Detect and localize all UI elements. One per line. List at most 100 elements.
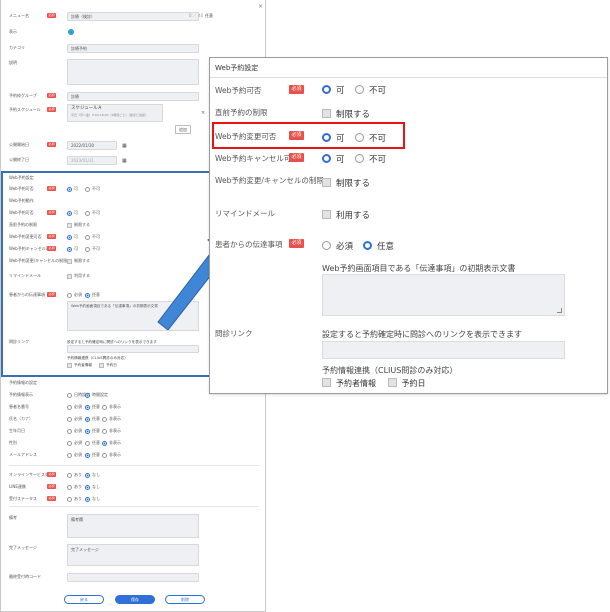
radio-icon — [67, 452, 72, 458]
display-toggle[interactable] — [68, 29, 74, 35]
menu-name-label: メニュー名 — [9, 13, 29, 18]
close-icon[interactable]: × — [258, 3, 263, 10]
checkbox-option[interactable]: 予約日 — [387, 378, 426, 388]
menu-name-input[interactable]: 診療（検診） — [67, 12, 199, 21]
radio-option[interactable]: 任意 — [85, 440, 100, 446]
web-reservation-row: Web予約可否 必須 可 不可 — [210, 84, 607, 98]
radio-icon — [85, 416, 90, 422]
setting-label: 生年月日 — [9, 428, 25, 433]
start-date-input[interactable]: 2022/01/30 — [67, 141, 117, 150]
radio-option[interactable]: 任意 — [85, 452, 100, 458]
field-setting-row: メールアドレス 必須 任意 非表示 — [1, 449, 265, 461]
radio-icon — [67, 484, 72, 490]
radio-icon — [85, 484, 90, 490]
radio-icon — [85, 428, 90, 434]
limit-label: 直前予約の制限 — [215, 108, 268, 117]
radio-option[interactable]: 必須 — [67, 440, 82, 446]
schedule-select[interactable]: スケジュールＡ 平日（月〜金）9:00-18:00（2時間ごと）（後ほど追加） — [67, 104, 163, 122]
remarks-textarea[interactable]: 備考欄 — [67, 514, 199, 538]
link-text: 設定すると予約確定時に問診へのリンクを表示できます — [322, 330, 522, 339]
link-input[interactable] — [322, 341, 565, 359]
radio-option[interactable]: あり — [67, 496, 82, 502]
radio-option[interactable]: なし — [85, 484, 100, 490]
radio-option[interactable]: 不可 — [355, 85, 386, 97]
radio-option[interactable]: 可 — [322, 154, 345, 166]
radio-icon — [102, 404, 107, 410]
radio-icon — [67, 404, 72, 410]
end-date-label: 公開終了日 — [9, 157, 29, 162]
remind-label: リマインドメール — [215, 209, 275, 218]
footer-buttons: 戻る 保存 削除 — [1, 595, 265, 605]
radio-option[interactable]: 非表示 — [102, 404, 121, 410]
radio-option[interactable]: 可 — [322, 85, 345, 97]
radio-option[interactable]: 不可 — [355, 154, 386, 166]
end-date-input[interactable]: 2023/01/31 — [67, 156, 117, 165]
description-textarea[interactable] — [67, 59, 199, 85]
radio-selected-icon — [322, 85, 331, 94]
radio-option[interactable]: 必須 — [67, 428, 82, 434]
radio-icon — [67, 416, 72, 422]
complete-textarea[interactable]: 完了メッセージ — [67, 544, 199, 566]
link-sub: 予約情報連携（CLIUS問診のみ対応） — [322, 366, 458, 375]
save-button[interactable]: 保存 — [115, 595, 155, 604]
radio-option[interactable]: 非表示 — [102, 440, 121, 446]
setting-label: 受付ステータス — [9, 496, 37, 501]
radio-icon — [102, 416, 107, 422]
radio-icon — [85, 440, 90, 446]
note-text: Web予約画面項目である「伝達事項」の初期表示文書 — [322, 264, 516, 273]
checkbox-option[interactable]: 利用する — [322, 210, 370, 222]
radio-option[interactable]: 任意 — [363, 241, 394, 253]
radio-icon — [67, 428, 72, 434]
calendar-icon[interactable]: ▦ — [122, 155, 127, 167]
remove-schedule-icon[interactable]: × — [201, 110, 205, 116]
yn-setting-row: オンラインサービス対応 必須 あり なし — [1, 469, 265, 481]
radio-icon — [102, 440, 107, 446]
field-setting-row: 生年月日 必須 任意 非表示 — [1, 425, 265, 437]
radio-icon — [322, 241, 331, 250]
calendar-icon[interactable]: ▦ — [122, 140, 127, 152]
radio-option[interactable]: あり — [67, 472, 82, 478]
description-label: 説明 — [9, 60, 17, 65]
radio-option[interactable]: 必須 — [67, 416, 82, 422]
radio-icon — [85, 392, 90, 398]
radio-option[interactable]: あり — [67, 484, 82, 490]
checkbox — [322, 178, 331, 187]
radio-icon — [67, 472, 72, 478]
radio-option[interactable]: 非表示 — [102, 416, 121, 422]
code-label: 最終受付時コード — [9, 574, 41, 579]
radio-option[interactable]: なし — [85, 496, 100, 502]
checkbox-option[interactable]: 制限する — [322, 178, 370, 190]
link-options: 予約者情報 予約日 — [322, 378, 426, 389]
radio-icon — [355, 85, 364, 94]
code-input[interactable] — [67, 573, 199, 582]
checkbox-option[interactable]: 制限する — [322, 109, 370, 121]
radio-option[interactable]: 任意 — [85, 404, 100, 410]
required-badge: 必須 — [47, 496, 56, 501]
category-row: カテゴリ 診療予約 — [1, 42, 265, 54]
checkbox-option[interactable]: 予約者情報 — [322, 378, 376, 388]
radio-option[interactable]: 必須 — [67, 404, 82, 410]
radio-option[interactable]: 非表示 — [102, 452, 121, 458]
radio-option[interactable]: 必須 — [67, 452, 82, 458]
delete-button[interactable]: 削除 — [165, 595, 205, 604]
radio-option[interactable]: 時間設定 — [85, 392, 108, 398]
reservation-group-select[interactable]: 診療 — [67, 92, 199, 101]
schedule-sub: 平日（月〜金）9:00-18:00（2時間ごと）（後ほど追加） — [71, 113, 148, 117]
radio-option[interactable]: 必須 — [322, 241, 353, 253]
display-label: 表示 — [9, 29, 17, 34]
note-textarea[interactable] — [322, 274, 565, 316]
radio-option[interactable]: 任意 — [85, 428, 100, 434]
radio-option[interactable]: 非表示 — [102, 428, 121, 434]
resize-grip-icon[interactable] — [557, 308, 562, 313]
category-select[interactable]: 診療予約 — [67, 44, 199, 53]
radio-icon — [85, 496, 90, 502]
add-schedule-button[interactable]: 追加 — [175, 125, 191, 134]
menu-name-row: メニュー名 必須 診療（検診） 0 ／ 40 任意 — [1, 10, 265, 22]
back-button[interactable]: 戻る — [64, 595, 104, 604]
setting-label: LINE連携 — [9, 484, 26, 489]
radio-icon — [85, 452, 90, 458]
radio-option[interactable]: 任意 — [85, 416, 100, 422]
radio-option[interactable]: なし — [85, 472, 100, 478]
required-badge: 必須 — [289, 85, 304, 94]
required-badge: 必須 — [289, 239, 304, 248]
